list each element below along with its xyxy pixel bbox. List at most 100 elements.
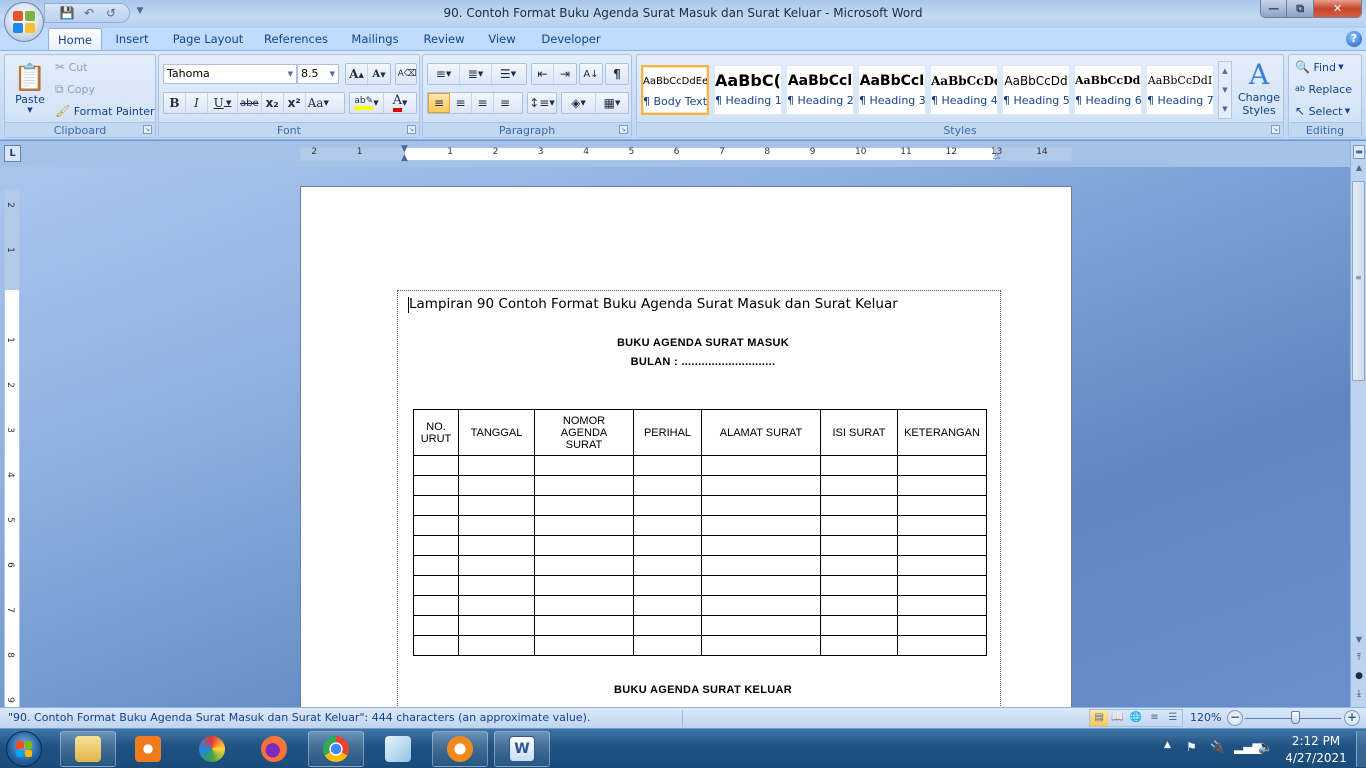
table-cell[interactable]: [633, 595, 702, 616]
show-hide-button[interactable]: ¶: [605, 63, 629, 85]
close-button[interactable]: ✕: [1313, 0, 1361, 17]
zoom-level[interactable]: 120%: [1190, 711, 1221, 724]
table-cell[interactable]: [897, 535, 987, 556]
align-left-button[interactable]: ≡: [428, 93, 450, 113]
table-cell[interactable]: [633, 615, 702, 636]
table-cell[interactable]: [701, 515, 821, 536]
scroll-thumb[interactable]: ≡: [1352, 181, 1365, 381]
customize-qat-icon[interactable]: ▼: [134, 6, 146, 20]
table-cell[interactable]: [701, 475, 821, 496]
taskbar-firefox[interactable]: [246, 731, 302, 767]
change-styles-button[interactable]: A Change Styles: [1237, 59, 1281, 118]
superscript-button[interactable]: x²: [284, 93, 306, 113]
action-center-icon[interactable]: ⚑: [1186, 740, 1197, 754]
left-indent-marker[interactable]: ▲: [401, 153, 408, 163]
table-cell[interactable]: [413, 635, 459, 656]
table-cell[interactable]: [534, 495, 634, 516]
table-cell[interactable]: [633, 515, 702, 536]
tab-review[interactable]: Review: [418, 28, 470, 50]
outline-icon[interactable]: ≡: [1145, 710, 1163, 726]
table-cell[interactable]: [820, 575, 898, 596]
next-page-icon[interactable]: ⤓: [1353, 689, 1365, 699]
replace-button[interactable]: ab Replace: [1295, 81, 1352, 97]
table-cell[interactable]: [534, 455, 634, 476]
font-size-combobox[interactable]: 8.5 ▼: [297, 64, 339, 84]
style-heading-2[interactable]: AaBbCcl ¶ Heading 2: [786, 65, 854, 115]
table-cell[interactable]: [534, 575, 634, 596]
full-screen-reading-icon[interactable]: 📖: [1108, 710, 1126, 726]
save-icon[interactable]: 💾: [57, 4, 77, 22]
table-cell[interactable]: [413, 455, 459, 476]
table-cell[interactable]: [458, 555, 535, 576]
right-indent-marker[interactable]: △: [993, 151, 1000, 161]
table-cell[interactable]: [701, 455, 821, 476]
decrease-indent-button[interactable]: ⇤: [532, 64, 554, 84]
office-button[interactable]: [4, 2, 44, 42]
table-cell[interactable]: [534, 635, 634, 656]
table-cell[interactable]: [633, 475, 702, 496]
style-heading-5[interactable]: AaBbCcDd ¶ Heading 5: [1002, 65, 1070, 115]
clipboard-dialog-launcher[interactable]: ↘: [143, 125, 152, 134]
increase-indent-button[interactable]: ⇥: [554, 64, 576, 84]
taskbar-chrome[interactable]: [308, 731, 364, 767]
table-cell[interactable]: [820, 455, 898, 476]
power-icon[interactable]: 🔌: [1210, 740, 1225, 754]
highlight-color-button[interactable]: ab✎ ▼: [350, 93, 384, 113]
taskbar-word[interactable]: W: [494, 731, 550, 767]
italic-button[interactable]: I: [186, 93, 208, 113]
tab-view[interactable]: View: [482, 28, 522, 50]
styles-scroll-up[interactable]: ▲: [1219, 62, 1231, 81]
underline-button[interactable]: U ▼: [208, 93, 238, 113]
scroll-down-icon[interactable]: ▼: [1353, 635, 1365, 644]
clock-date[interactable]: 4/27/2021: [1283, 751, 1349, 765]
help-icon[interactable]: ?: [1346, 31, 1362, 47]
table-cell[interactable]: [820, 595, 898, 616]
table-cell[interactable]: [820, 555, 898, 576]
multilevel-list-button[interactable]: ☰ ▼: [492, 64, 524, 84]
table-cell[interactable]: [701, 575, 821, 596]
style-heading-1[interactable]: AaBbC( ¶ Heading 1: [714, 65, 782, 115]
paste-button[interactable]: 📋 Paste ▼: [9, 57, 51, 119]
table-cell[interactable]: [534, 535, 634, 556]
tab-selector-button[interactable]: L: [4, 145, 21, 162]
taskbar-paint[interactable]: [184, 731, 240, 767]
table-cell[interactable]: [701, 595, 821, 616]
print-layout-icon[interactable]: ▤: [1090, 710, 1109, 726]
table-cell[interactable]: [633, 635, 702, 656]
table-cell[interactable]: [534, 615, 634, 636]
table-cell[interactable]: [413, 535, 459, 556]
style-body-text[interactable]: AaBbCcDdEe ¶ Body Text: [641, 65, 709, 115]
clock-time[interactable]: 2:12 PM: [1283, 734, 1349, 748]
table-cell[interactable]: [458, 615, 535, 636]
strikethrough-button[interactable]: abe: [238, 93, 262, 113]
table-cell[interactable]: [413, 495, 459, 516]
table-cell[interactable]: [534, 595, 634, 616]
table-cell[interactable]: [458, 515, 535, 536]
align-right-button[interactable]: ≡: [472, 93, 494, 113]
split-icon[interactable]: ▬: [1353, 145, 1365, 159]
table-cell[interactable]: [897, 595, 987, 616]
justify-button[interactable]: ≡: [494, 93, 516, 113]
line-spacing-button[interactable]: ↕≡ ▼: [527, 92, 557, 114]
style-heading-7[interactable]: AaBbCcDdI ¶ Heading 7: [1146, 65, 1214, 115]
table-cell[interactable]: [633, 555, 702, 576]
taskbar-explorer[interactable]: [60, 731, 116, 767]
table-cell[interactable]: [701, 635, 821, 656]
table-cell[interactable]: [534, 555, 634, 576]
web-layout-icon[interactable]: 🌐: [1127, 710, 1145, 726]
table-cell[interactable]: [458, 475, 535, 496]
table-cell[interactable]: [897, 615, 987, 636]
style-heading-4[interactable]: AaBbCcDd ¶ Heading 4: [930, 65, 998, 115]
styles-more[interactable]: ▼: [1219, 100, 1231, 119]
start-button[interactable]: [6, 731, 42, 767]
table-cell[interactable]: [534, 475, 634, 496]
zoom-out-icon[interactable]: −: [1227, 710, 1243, 726]
font-color-button[interactable]: A ▼: [384, 93, 416, 113]
table-cell[interactable]: [413, 555, 459, 576]
table-cell[interactable]: [820, 635, 898, 656]
zoom-in-icon[interactable]: +: [1344, 710, 1360, 726]
table-cell[interactable]: [458, 535, 535, 556]
sort-button[interactable]: A↓: [579, 63, 603, 85]
table-cell[interactable]: [820, 535, 898, 556]
table-cell[interactable]: [458, 595, 535, 616]
